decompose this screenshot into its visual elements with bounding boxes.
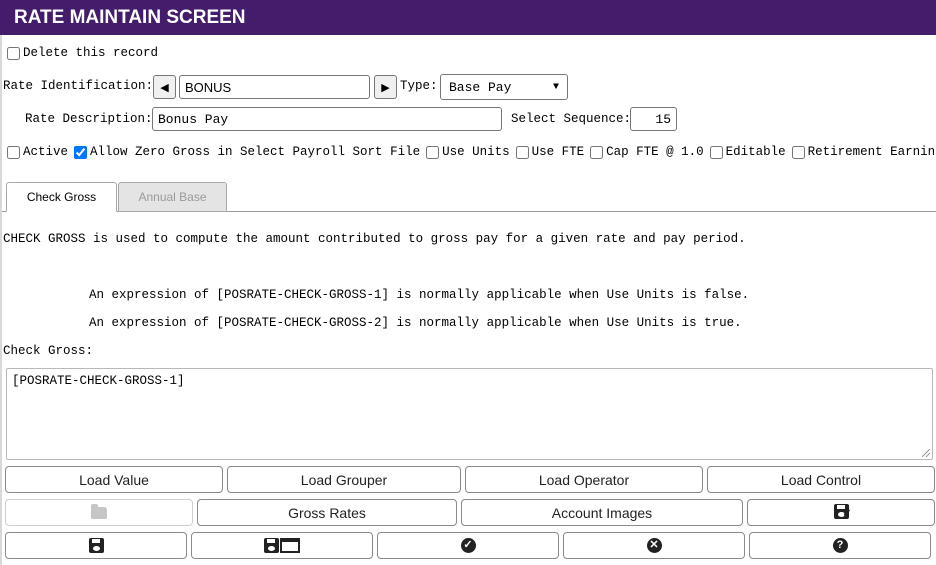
rate-desc-input[interactable]	[152, 107, 502, 131]
type-select-value: Base Pay	[449, 79, 512, 95]
page-title: RATE MAINTAIN SCREEN	[0, 0, 936, 35]
ok-button[interactable]: ✓	[377, 532, 559, 559]
save-window-icon	[264, 538, 300, 553]
flag-cap-fte-checkbox[interactable]	[590, 145, 604, 159]
left-frame-border	[0, 35, 2, 565]
account-images-button[interactable]: Account Images	[461, 499, 743, 526]
flag-use-fte-label: Use FTE	[531, 145, 585, 159]
flag-allow-zero-gross-checkbox[interactable]	[74, 145, 88, 159]
load-operator-button[interactable]: Load Operator	[465, 466, 703, 493]
flag-editable-label: Editable	[725, 145, 786, 159]
chevron-down-icon: ▼	[552, 81, 559, 93]
flag-use-units: Use Units	[426, 145, 510, 159]
rate-id-label: Rate Identification:	[3, 79, 154, 93]
rate-id-input[interactable]	[179, 75, 370, 99]
load-grouper-button[interactable]: Load Grouper	[227, 466, 461, 493]
flag-allow-zero-gross: Allow Zero Gross in Select Payroll Sort …	[74, 145, 420, 159]
flag-use-units-checkbox[interactable]	[426, 145, 440, 159]
check-gross-textarea[interactable]: [POSRATE-CHECK-GROSS-1]	[6, 368, 933, 460]
type-select[interactable]: Base Pay ▼	[440, 74, 568, 100]
question-circle-icon: ?	[832, 538, 848, 553]
flag-cap-fte: Cap FTE @ 1.0	[590, 145, 704, 159]
delete-record-checkbox[interactable]	[7, 46, 20, 60]
check-gross-field-label: Check Gross:	[3, 344, 94, 358]
check-gross-hint-1: An expression of [POSRATE-CHECK-GROSS-1]…	[89, 288, 750, 302]
gross-rates-button[interactable]: Gross Rates	[197, 499, 457, 526]
check-gross-value: [POSRATE-CHECK-GROSS-1]	[12, 374, 185, 388]
flag-use-units-label: Use Units	[442, 145, 510, 159]
folder-icon	[91, 503, 107, 519]
save-window-button[interactable]	[191, 532, 373, 559]
prev-arrow-icon: ◀	[160, 81, 169, 94]
help-button[interactable]: ?	[749, 532, 931, 559]
select-sequence-input[interactable]	[630, 107, 677, 131]
check-circle-icon: ✓	[460, 538, 476, 553]
load-control-button[interactable]: Load Control	[707, 466, 935, 493]
save-icon	[88, 538, 104, 553]
flag-editable-checkbox[interactable]	[709, 145, 723, 159]
flag-cap-fte-label: Cap FTE @ 1.0	[606, 145, 704, 159]
open-folder-button[interactable]	[5, 499, 193, 526]
flag-retirement-earnings: Retirement Earnings	[791, 145, 936, 159]
times-circle-icon: ✕	[646, 538, 662, 553]
flag-editable: Editable	[709, 145, 786, 159]
flag-use-fte-checkbox[interactable]	[515, 145, 529, 159]
prev-rate-button[interactable]: ◀	[153, 75, 176, 99]
cancel-button[interactable]: ✕	[563, 532, 745, 559]
tab-annual-base[interactable]: Annual Base	[118, 182, 227, 212]
rate-desc-label: Rate Description:	[25, 112, 153, 126]
flags-row: Active Allow Zero Gross in Select Payrol…	[7, 144, 936, 160]
select-sequence-label: Select Sequence:	[511, 112, 632, 126]
flag-use-fte: Use FTE	[515, 145, 585, 159]
flag-active-checkbox[interactable]	[7, 145, 20, 159]
check-gross-description: CHECK GROSS is used to compute the amoun…	[3, 232, 746, 246]
delete-record-row: Delete this record	[7, 45, 158, 61]
save-button[interactable]	[5, 532, 187, 559]
save-check-icon: ✓	[833, 503, 852, 522]
type-label: Type:	[400, 79, 438, 93]
delete-record-label: Delete this record	[23, 46, 159, 60]
next-rate-button[interactable]: ▶	[374, 75, 397, 99]
tab-check-gross[interactable]: Check Gross	[6, 182, 117, 212]
save-check-button[interactable]: ✓	[747, 499, 935, 526]
flag-active: Active	[7, 145, 68, 159]
flag-allow-zero-gross-label: Allow Zero Gross in Select Payroll Sort …	[90, 145, 421, 159]
flag-retirement-earnings-checkbox[interactable]	[791, 145, 805, 159]
flag-active-label: Active	[23, 145, 69, 159]
next-arrow-icon: ▶	[381, 81, 390, 94]
flag-retirement-earnings-label: Retirement Earnings	[807, 145, 936, 159]
resize-handle[interactable]	[922, 449, 930, 457]
load-value-button[interactable]: Load Value	[5, 466, 223, 493]
check-gross-hint-2: An expression of [POSRATE-CHECK-GROSS-2]…	[89, 316, 742, 330]
